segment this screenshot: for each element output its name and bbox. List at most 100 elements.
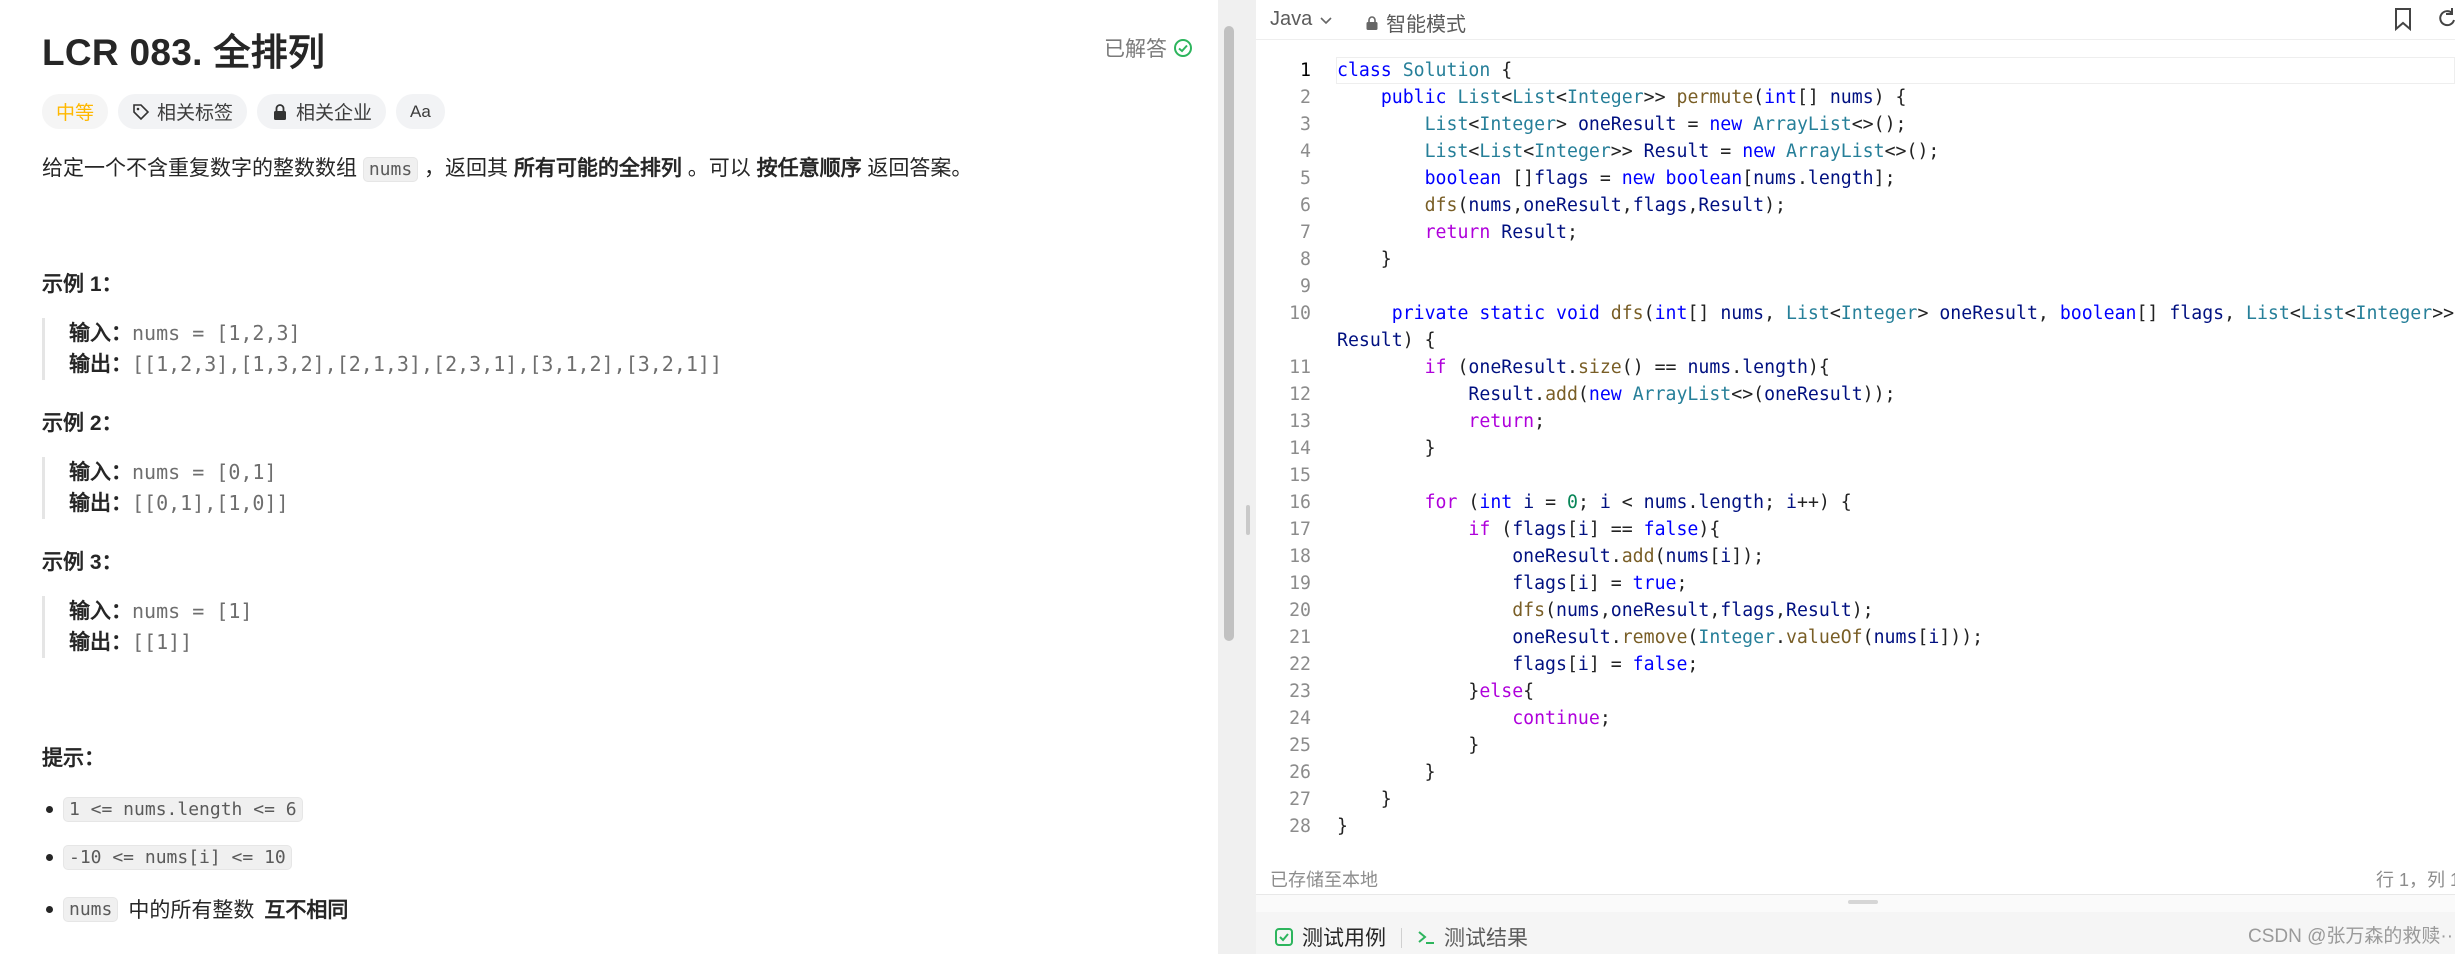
code-line: 9 [1256,273,2455,300]
save-status: 已存储至本地 [1270,870,1378,890]
bullet-dot [46,806,53,813]
constraint-item: nums 中的所有整数 互不相同 [46,894,348,924]
smart-mode-toggle[interactable]: 智能模式 [1364,8,1466,37]
input-label: 输入： [69,461,132,484]
code-line: 24 continue; [1256,705,2455,732]
code-line: 23 }else{ [1256,678,2455,705]
output-label: 输出： [69,492,132,515]
code-line: 16 for (int i = 0; i < nums.length; i++)… [1256,489,2455,516]
input-value: nums = [1,2,3] [132,321,301,345]
lock-icon [1366,15,1378,30]
example-block: 输入：nums = [0,1] 输出：[[0,1],[1,0]] [42,457,289,519]
problem-title: LCR 083. 全排列 [42,32,326,73]
related-tags-button[interactable]: 相关标签 [118,94,248,129]
line-number: 14 [1289,438,1311,459]
cursor-position: 行 1，列 1 [2376,870,2455,890]
code-line: 17 if (flags[i] == false){ [1256,516,2455,543]
code-line: 26 } [1256,759,2455,786]
code-line: 18 oneResult.add(nums[i]); [1256,543,2455,570]
hints-title: 提示： [42,747,105,770]
tag-icon [133,103,150,120]
translate-icon: Aa [410,101,431,121]
example-title: 示例 2： [42,412,123,435]
problem-panel: LCR 083. 全排列 已解答 中等 相关标签 相关企业 Aa 给定一个不含重… [0,0,1218,954]
terminal-icon [1418,931,1434,944]
bookmark-icon[interactable] [2392,6,2414,32]
line-number: 11 [1289,357,1311,378]
line-number: 27 [1289,789,1311,810]
watermark: CSDN @张万森的救赎··· [2248,926,2455,947]
input-label: 输入： [69,600,132,623]
desc-code: nums [362,157,419,182]
code-line: 2 public List<List<Integer>> permute(int… [1256,84,2455,111]
solved-status: 已解答 [1104,33,1193,63]
code-line: 10 private static void dfs(int[] nums, L… [1256,300,2455,327]
line-number: 25 [1289,735,1311,756]
related-companies-label: 相关企业 [296,103,373,124]
reset-icon[interactable] [2436,6,2455,32]
code-line: 5 boolean []flags = new boolean[nums.len… [1256,165,2455,192]
code-line: 14 } [1256,435,2455,462]
tab-result-label: 测试结果 [1444,927,1528,950]
code-area[interactable]: 1 class Solution { 2 public List<List<Int… [1256,57,2455,840]
line-number: 1 [1300,60,1311,81]
code-line: 25 } [1256,732,2455,759]
example-block: 输入：nums = [1,2,3] 输出：[[1,2,3],[1,3,2],[2… [42,318,722,380]
language-select[interactable]: Java [1270,8,1334,31]
desc-text: 返回答案。 [867,157,973,180]
tab-testcase[interactable]: 测试用例 [1274,922,1386,952]
desc-bold: 按任意顺序 [756,157,862,180]
example-title: 示例 3： [42,551,123,574]
output-value: [[1]] [132,630,193,654]
line-number: 6 [1300,195,1311,216]
constraint-code: 1 <= nums.length <= 6 [63,797,303,822]
constraint-bold: 互不相同 [264,899,349,922]
tab-result[interactable]: 测试结果 [1416,922,1528,952]
output-value: [[0,1],[1,0]] [132,491,289,515]
output-value: [[1,2,3],[1,3,2],[2,1,3],[2,3,1],[3,1,2]… [132,352,723,376]
tag-row: 中等 相关标签 相关企业 Aa [42,94,445,129]
constraint-item: 1 <= nums.length <= 6 [46,797,303,822]
split-handle[interactable] [1848,900,1878,904]
checkbox-icon [1275,928,1293,946]
code-line: 4 List<List<Integer>> Result = new Array… [1256,138,2455,165]
example-block: 输入：nums = [1] 输出：[[1]] [42,596,252,658]
code-editor[interactable]: Java 智能模式 1 class Solution { 2 public Lis… [1256,0,2455,895]
difficulty-badge[interactable]: 中等 [42,94,109,129]
line-number: 28 [1289,816,1311,837]
lock-icon [274,103,287,120]
line-number: 21 [1289,627,1311,648]
code-line: 11 if (oneResult.size() == nums.length){ [1256,354,2455,381]
input-value: nums = [0,1] [132,460,277,484]
tab-separator [1401,928,1402,948]
code-line: 21 oneResult.remove(Integer.valueOf(nums… [1256,624,2455,651]
line-number: 26 [1289,762,1311,783]
code-line: 8 } [1256,246,2455,273]
output-label: 输出： [69,631,132,654]
constraint-code: -10 <= nums[i] <= 10 [63,845,292,870]
output-label: 输出： [69,353,132,376]
solved-label: 已解答 [1104,38,1167,61]
example-title: 示例 1： [42,273,123,296]
code-line: 20 dfs(nums,oneResult,flags,Result); [1256,597,2455,624]
related-tags-label: 相关标签 [157,103,234,124]
code-line: 6 dfs(nums,oneResult,flags,Result); [1256,192,2455,219]
code-line: 3 List<Integer> oneResult = new ArrayLis… [1256,111,2455,138]
desc-text: 给定一个不含重复数字的整数数组 [42,157,357,180]
code-line: 7 return Result; [1256,219,2455,246]
related-companies-button[interactable]: 相关企业 [257,94,387,129]
resize-handle[interactable] [1246,505,1250,535]
language-label: Java [1270,8,1313,30]
code-line: 27 } [1256,786,2455,813]
bullet-dot [46,854,53,861]
code-line: 22 flags[i] = false; [1256,651,2455,678]
code-line: 13 return; [1256,408,2455,435]
problem-scrollbar[interactable] [1224,26,1234,641]
constraint-item: -10 <= nums[i] <= 10 [46,845,292,870]
line-number: 10 [1289,303,1311,324]
translate-button[interactable]: Aa [396,94,445,129]
line-number: 12 [1289,384,1311,405]
tab-testcase-label: 测试用例 [1302,927,1386,950]
smart-mode-label: 智能模式 [1386,14,1466,36]
problem-description: 给定一个不含重复数字的整数数组 nums ，返回其 所有可能的全排列 。可以 按… [42,154,972,183]
